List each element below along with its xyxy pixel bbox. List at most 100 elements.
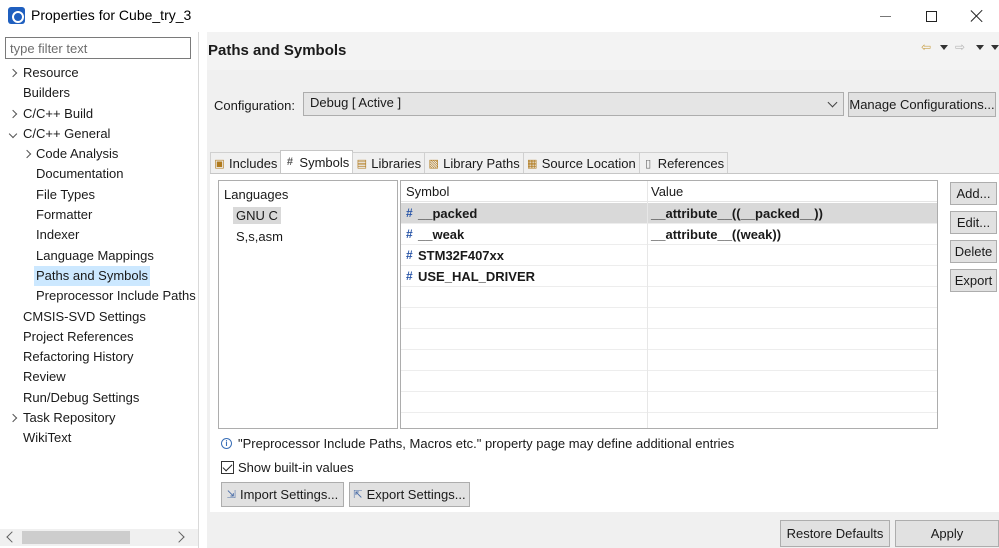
table-row[interactable]: # USE_HAL_DRIVER bbox=[401, 266, 937, 287]
right-panel: Paths and Symbols ⇦ ⇨ Configuration: Deb… bbox=[207, 32, 999, 548]
symbol-name: USE_HAL_DRIVER bbox=[418, 269, 536, 284]
table-row[interactable]: # __packed __attribute__((__packed__)) bbox=[401, 203, 937, 224]
symbol-hash-icon: # bbox=[406, 269, 413, 283]
tab-label: References bbox=[657, 155, 725, 171]
tree-item-cmsis-svd-settings[interactable]: CMSIS-SVD Settings bbox=[0, 307, 198, 327]
restore-defaults-button[interactable]: Restore Defaults bbox=[780, 520, 890, 547]
export-icon: ⇱ bbox=[353, 489, 363, 501]
table-row[interactable]: # __weak __attribute__((weak)) bbox=[401, 224, 937, 245]
import-settings-button[interactable]: ⇲ Import Settings... bbox=[221, 482, 344, 507]
tree-item-paths-and-symbols[interactable]: Paths and Symbols bbox=[0, 265, 198, 286]
delete-button[interactable]: Delete bbox=[950, 240, 997, 263]
expand-chevron-icon[interactable] bbox=[21, 144, 33, 164]
symbol-hash-icon: # bbox=[406, 227, 413, 241]
scroll-right-icon[interactable] bbox=[173, 531, 185, 543]
show-builtin-checkbox[interactable] bbox=[221, 461, 234, 474]
maximize-button[interactable] bbox=[908, 0, 954, 32]
tree-item-task-repository[interactable]: Task Repository bbox=[0, 408, 198, 428]
language-item-gnu-c[interactable]: GNU C bbox=[233, 207, 281, 224]
tree-item-label: Builders bbox=[23, 85, 70, 101]
scroll-left-icon[interactable] bbox=[6, 531, 18, 543]
panel-divider[interactable] bbox=[198, 32, 199, 548]
expand-chevron-icon[interactable] bbox=[7, 63, 19, 83]
scrollbar-thumb[interactable] bbox=[22, 531, 130, 544]
forward-dropdown-icon[interactable] bbox=[976, 45, 984, 50]
tree-item-label: Resource bbox=[23, 65, 79, 80]
column-header-value[interactable]: Value bbox=[651, 184, 683, 199]
tree-item-run-debug-settings[interactable]: Run/Debug Settings bbox=[0, 388, 198, 408]
export-settings-label: Export Settings... bbox=[366, 487, 466, 502]
horizontal-scrollbar[interactable] bbox=[0, 529, 198, 546]
tab-label: Libraries bbox=[371, 155, 422, 171]
apply-button[interactable]: Apply bbox=[895, 520, 999, 547]
chevron-down-icon bbox=[827, 97, 838, 108]
tree-item-resource[interactable]: Resource bbox=[0, 63, 198, 83]
tab-library-paths[interactable]: ▧ Library Paths bbox=[424, 152, 524, 173]
tab-bar: ▣ Includes # Symbols ▤ Libraries ▧ Libra… bbox=[210, 150, 729, 173]
empty-row bbox=[401, 350, 937, 371]
show-builtin-label[interactable]: Show built-in values bbox=[238, 460, 354, 475]
symbols-table[interactable]: Symbol Value # __packed __attribute__((_… bbox=[400, 180, 938, 429]
tree-item-review[interactable]: Review bbox=[0, 367, 198, 387]
window-title: Properties for Cube_try_3 bbox=[31, 7, 192, 23]
tree-item-documentation[interactable]: Documentation bbox=[0, 164, 198, 184]
language-item-asm[interactable]: S,s,asm bbox=[233, 228, 286, 245]
back-dropdown-icon[interactable] bbox=[940, 45, 948, 50]
tree-item-code-analysis[interactable]: Code Analysis bbox=[0, 144, 198, 164]
edit-button[interactable]: Edit... bbox=[950, 211, 997, 234]
tree-item-language-mappings[interactable]: Language Mappings bbox=[0, 246, 198, 266]
tab-includes[interactable]: ▣ Includes bbox=[210, 152, 282, 173]
back-arrow-icon[interactable]: ⇦ bbox=[921, 40, 931, 54]
tree-item-label: File Types bbox=[36, 186, 96, 202]
title-bar: Properties for Cube_try_3 bbox=[0, 0, 999, 32]
manage-configurations-button[interactable]: Manage Configurations... bbox=[848, 92, 996, 117]
tree-item-label: CMSIS-SVD Settings bbox=[23, 308, 146, 324]
show-builtin-row[interactable]: Show built-in values bbox=[221, 460, 354, 475]
tree-item-wikitext[interactable]: WikiText bbox=[0, 428, 198, 448]
add-button[interactable]: Add... bbox=[950, 182, 997, 205]
table-row[interactable]: # STM32F407xx bbox=[401, 245, 937, 266]
view-menu-icon[interactable] bbox=[991, 45, 999, 50]
tree-item-builders[interactable]: Builders bbox=[0, 83, 198, 103]
import-icon: ⇲ bbox=[226, 489, 236, 501]
tree-item-refactoring-history[interactable]: Refactoring History bbox=[0, 347, 198, 367]
tab-libraries[interactable]: ▤ Libraries bbox=[352, 152, 426, 173]
expand-chevron-icon[interactable] bbox=[7, 104, 19, 124]
minimize-icon bbox=[879, 15, 891, 17]
tree-item-formatter[interactable]: Formatter bbox=[0, 205, 198, 225]
import-settings-label: Import Settings... bbox=[239, 487, 339, 502]
symbol-name: __weak bbox=[418, 227, 465, 242]
tree-item-label: Task Repository bbox=[23, 410, 116, 426]
forward-arrow-icon[interactable]: ⇨ bbox=[955, 40, 965, 54]
hash-icon: # bbox=[286, 156, 293, 168]
empty-row bbox=[401, 392, 937, 413]
tree-item-preprocessor-include-paths[interactable]: Preprocessor Include Paths bbox=[0, 286, 198, 306]
minimize-button[interactable] bbox=[862, 0, 908, 32]
tab-symbols[interactable]: # Symbols bbox=[280, 150, 354, 173]
tree-item-indexer[interactable]: Indexer bbox=[0, 225, 198, 245]
source-folder-icon: ▦ bbox=[527, 157, 538, 170]
column-separator bbox=[647, 181, 648, 428]
tree-item-cpp-build[interactable]: C/C++ Build bbox=[0, 104, 198, 124]
expand-chevron-icon[interactable] bbox=[7, 408, 19, 428]
tab-references[interactable]: ▯ References bbox=[638, 152, 729, 173]
column-header-symbol[interactable]: Symbol bbox=[406, 184, 449, 199]
tab-label: Includes bbox=[229, 155, 278, 171]
configuration-select[interactable]: Debug [ Active ] bbox=[303, 92, 844, 116]
tree-item-file-types[interactable]: File Types bbox=[0, 185, 198, 205]
tree-item-label: C/C++ Build bbox=[23, 105, 94, 121]
tab-source-location[interactable]: ▦ Source Location bbox=[522, 152, 640, 173]
configuration-label: Configuration: bbox=[214, 98, 295, 113]
export-settings-button[interactable]: ⇱ Export Settings... bbox=[349, 482, 470, 507]
export-button[interactable]: Export bbox=[950, 269, 997, 292]
languages-header: Languages bbox=[224, 187, 289, 202]
close-button[interactable] bbox=[954, 0, 999, 32]
languages-list[interactable]: Languages GNU C S,s,asm bbox=[218, 180, 398, 429]
tree-item-cpp-general[interactable]: C/C++ General bbox=[0, 124, 198, 144]
empty-row bbox=[401, 308, 937, 329]
filter-input[interactable] bbox=[5, 37, 191, 59]
tree-item-label: Code Analysis bbox=[36, 146, 119, 162]
tree-item-project-references[interactable]: Project References bbox=[0, 327, 198, 347]
info-icon: i bbox=[221, 438, 232, 449]
collapse-chevron-icon[interactable] bbox=[7, 124, 19, 144]
